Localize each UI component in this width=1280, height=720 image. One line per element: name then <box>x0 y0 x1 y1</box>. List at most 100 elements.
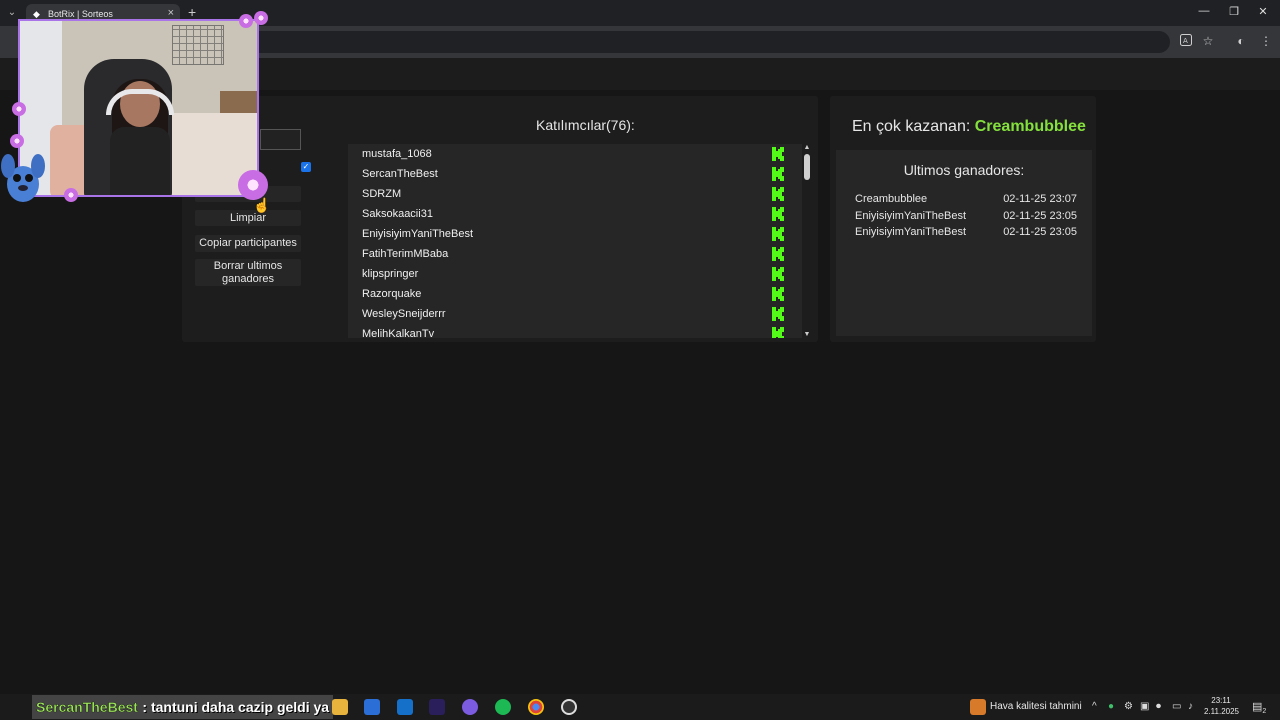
top-winner-name: Creambubblee <box>974 118 1086 135</box>
chat-message: : tantuni daha cazip geldi ya <box>142 699 330 715</box>
spotify-icon[interactable] <box>495 699 511 715</box>
close-window-button[interactable]: ✕ <box>1253 5 1273 18</box>
participant-row: mustafa_1068 <box>348 144 802 164</box>
screen: ⌄ ◆ BotRix | Sorteos × + — ❐ ✕ A ☆ ◐ ⋮ ✓… <box>0 0 1280 720</box>
scroll-down-arrow-icon[interactable]: ▼ <box>802 331 812 338</box>
kick-logo-icon <box>772 167 784 181</box>
clear-button[interactable]: Limpiar <box>195 210 301 226</box>
participants-title: Katılımcılar(76): <box>536 117 635 133</box>
address-bar[interactable] <box>230 31 1170 53</box>
kick-logo-icon <box>772 247 784 261</box>
option-checkbox[interactable]: ✓ <box>301 162 311 172</box>
browser-menu-icon[interactable]: ⋮ <box>1258 34 1274 48</box>
tab-title: BotRix | Sorteos <box>48 9 113 19</box>
winner-name: Creambubblee <box>855 193 928 205</box>
participant-row: Razorquake <box>348 284 802 304</box>
restore-button[interactable]: ❐ <box>1224 5 1244 18</box>
winner-row: EniyisiyimYaniTheBest 02-11-25 23:05 <box>855 210 1077 226</box>
keyword-input[interactable] <box>260 129 301 150</box>
top-winner-label: En çok kazanan: <box>852 118 971 135</box>
scroll-up-arrow-icon[interactable]: ▲ <box>802 144 812 151</box>
kick-logo-icon <box>772 187 784 201</box>
store-icon[interactable] <box>364 699 380 715</box>
flower-decoration-icon <box>64 188 78 202</box>
flower-decoration-icon <box>239 14 253 28</box>
status-dot-icon[interactable]: ● <box>1108 701 1114 712</box>
tray-expand-icon[interactable]: ^ <box>1092 701 1097 712</box>
winner-row: EniyisiyimYaniTheBest 02-11-25 23:05 <box>855 226 1077 242</box>
microphone-icon[interactable]: ⏺ <box>1156 701 1161 712</box>
stitch-sticker-icon <box>1 154 45 202</box>
scroll-thumb[interactable] <box>804 154 810 180</box>
kick-logo-icon <box>772 327 784 338</box>
participant-name: klipspringer <box>362 268 419 280</box>
participants-list[interactable]: mustafa_1068 SercanTheBest SDRZM Saksokaaci… <box>348 144 802 338</box>
participant-row: SDRZM <box>348 184 802 204</box>
winner-date: 02-11-25 23:05 <box>1003 209 1077 222</box>
kick-logo-icon <box>772 227 784 241</box>
app-tray-icon[interactable]: ▣ <box>1140 701 1149 712</box>
chat-username: SercanTheBest <box>36 699 138 715</box>
file-explorer-icon[interactable] <box>332 699 348 715</box>
kick-logo-icon <box>772 207 784 221</box>
webcam-overlay <box>18 19 259 197</box>
notification-count: 2 <box>1262 708 1267 716</box>
participant-name: SercanTheBest <box>362 168 438 180</box>
winner-date: 02-11-25 23:05 <box>1003 226 1077 238</box>
participant-row: klipspringer <box>348 264 802 284</box>
tab-close-icon[interactable]: × <box>168 7 174 19</box>
participant-name: FatihTerimMBaba <box>362 248 449 260</box>
participant-name: Razorquake <box>362 288 422 300</box>
kick-logo-icon <box>772 307 784 321</box>
weather-icon[interactable] <box>970 699 986 715</box>
weather-label[interactable]: Hava kalitesi tahmini <box>990 701 1082 712</box>
chrome-icon[interactable] <box>528 699 544 715</box>
clock-time: 23:11 <box>1211 696 1231 705</box>
volume-icon[interactable]: ♪ <box>1188 701 1193 712</box>
participant-name: EniyisiyimYaniTheBest <box>362 228 474 240</box>
participant-row: WesleySneijderrr <box>348 304 802 324</box>
participant-name: MelihKalkanTv <box>362 328 435 338</box>
flower-decoration-icon <box>12 102 26 116</box>
participant-name: Saksokaacii31 <box>362 208 433 220</box>
copy-participants-button[interactable]: Copiar participantes <box>195 235 301 252</box>
flower-decoration-icon <box>254 11 268 25</box>
taskbar-clock[interactable]: 23:11 2.11.2025 <box>1204 695 1239 717</box>
clear-last-winners-button[interactable]: Borrar ultimos ganadores <box>195 259 301 286</box>
kick-logo-icon <box>772 267 784 281</box>
svg-text:A: A <box>1183 37 1188 45</box>
participant-row: MelihKalkanTv <box>348 324 802 338</box>
kick-logo-icon <box>772 287 784 301</box>
participant-name: WesleySneijderrr <box>362 308 446 320</box>
flower-decoration-icon <box>10 134 24 148</box>
clock-date: 2.11.2025 <box>1204 707 1239 716</box>
winner-name: EniyisiyimYaniTheBest <box>855 226 967 238</box>
bookmark-star-icon[interactable]: ☆ <box>1200 34 1216 48</box>
steam-icon[interactable]: ⚙ <box>1124 701 1133 712</box>
network-icon[interactable]: ▭ <box>1172 701 1181 712</box>
winner-name: EniyisiyimYaniTheBest <box>855 209 967 222</box>
premiere-icon[interactable] <box>429 699 445 715</box>
kick-logo-icon <box>772 147 784 161</box>
participant-name: mustafa_1068 <box>362 148 432 160</box>
participant-name: SDRZM <box>362 188 402 200</box>
discord-icon[interactable] <box>462 699 478 715</box>
mouse-cursor-icon: ☝ <box>253 197 271 213</box>
top-winner-heading: En çok kazanan: Creambubblee <box>852 118 1086 136</box>
winner-row: Creambubblee 02-11-25 23:07 <box>855 193 1077 209</box>
participant-row: EniyisiyimYaniTheBest <box>348 224 802 244</box>
participant-row: SercanTheBest <box>348 164 802 184</box>
notification-icon[interactable]: ▤2 <box>1252 700 1266 715</box>
translate-icon[interactable]: A <box>1178 34 1194 49</box>
participants-scrollbar[interactable]: ▲ ▼ <box>802 144 812 338</box>
outlook-icon[interactable] <box>397 699 413 715</box>
obs-icon[interactable] <box>561 699 577 715</box>
minimize-button[interactable]: — <box>1194 5 1214 17</box>
winner-date: 02-11-25 23:07 <box>1003 193 1077 205</box>
participant-row: Saksokaacii31 <box>348 204 802 224</box>
participant-row: FatihTerimMBaba <box>348 244 802 264</box>
last-winners-box: Ultimos ganadores: Creambubblee 02-11-25 … <box>836 150 1092 336</box>
profile-icon[interactable]: ◐ <box>1233 34 1249 48</box>
last-winners-title: Ultimos ganadores: <box>903 162 1025 178</box>
new-tab-button[interactable]: + <box>188 4 196 20</box>
